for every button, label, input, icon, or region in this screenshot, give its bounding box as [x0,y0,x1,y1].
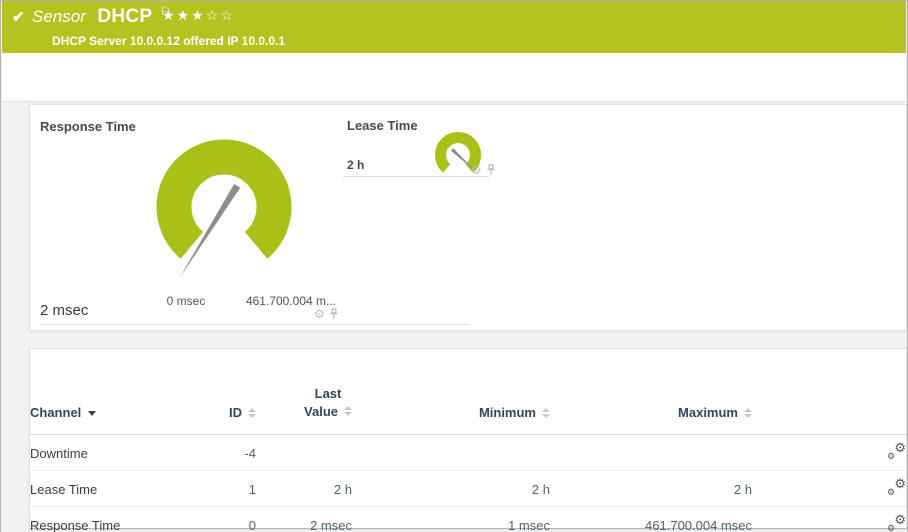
stars-empty[interactable]: ☆☆ [206,7,235,23]
divider [40,324,468,325]
channel-settings-gears-icon[interactable]: ⚙⚙ [887,444,906,459]
table-row: Response Time 0 2 msec 1 msec 461.700.00… [30,507,906,532]
channel-settings-gears-icon[interactable]: ⚙⚙ [887,516,906,531]
priority-stars[interactable]: ★★★☆☆ [162,7,235,24]
channel-settings-gears-icon[interactable]: ⚙⚙ [887,480,906,495]
channel-maximum: 461.700.004 msec [550,507,752,532]
sensor-name: DHCP [97,6,152,27]
gauge-settings-gear-icon[interactable]: ⚙ [471,164,482,176]
table-header-row: Channel ID Last Value Minimum Maximum [30,349,906,435]
table-row: Downtime -4 ⚙⚙ [30,435,906,471]
table-row: Lease Time 1 2 h 2 h 2 h ⚙⚙ [30,471,906,507]
gauge-max-label: 461.700.004 m... [226,294,356,308]
sort-icon [542,408,550,418]
channel-table-panel: Channel ID Last Value Minimum Maximum [29,348,907,529]
channel-name: Response Time [30,507,150,532]
column-header-minimum[interactable]: Minimum [352,349,550,435]
header-label: Channel [30,405,81,420]
header-label: Maximum [678,405,738,420]
sort-icon [744,408,752,418]
sensor-message: DHCP Server 10.0.0.12 offered IP 10.0.0.… [52,34,285,48]
header-label: Minimum [479,405,536,420]
sort-icon [344,406,352,416]
pin-icon[interactable] [329,308,339,320]
header-label: ID [229,405,242,420]
response-time-gauge [149,132,299,282]
gauge-settings-gear-icon[interactable]: ⚙ [314,308,325,320]
gauge-tools: ⚙ [314,308,339,320]
channel-id: -4 [150,435,256,471]
channel-last-value: 2 msec [256,507,352,532]
column-header-id[interactable]: ID [150,349,256,435]
lease-time-current-value: 2 h [347,158,364,172]
channel-minimum: 1 msec [352,507,550,532]
prtg-sensor-page: ✔ Sensor DHCP ⚐ ★★★☆☆ DHCP Server 10.0.0… [0,0,908,532]
tab-bar: Overview Live Data 2 days 30 days 365 da… [2,53,906,102]
gauge-tools: ⚙ [471,164,496,176]
header-label: Value [304,404,338,419]
lease-time-gauge-title: Lease Time [347,118,418,133]
column-header-channel[interactable]: Channel [30,349,150,435]
sensor-kind-label: Sensor [32,7,86,26]
column-header-actions [752,349,906,435]
sensor-header: ✔ Sensor DHCP ⚐ ★★★☆☆ DHCP Server 10.0.0… [2,1,906,53]
status-ok-check-icon: ✔ [12,8,25,26]
column-header-last-value[interactable]: Last Value [256,349,352,435]
gauges-panel: Response Time 0 msec 461.700.004 m... 2 … [29,104,907,331]
channel-maximum [550,435,752,471]
pin-icon[interactable] [486,164,496,176]
header-label: Last [315,386,342,401]
stars-filled[interactable]: ★★★ [162,7,206,23]
sensor-title: Sensor DHCP ⚐ [32,6,171,28]
channel-name: Lease Time [30,471,150,507]
column-header-maximum[interactable]: Maximum [550,349,752,435]
channel-last-value [256,435,352,471]
channel-id: 0 [150,507,256,532]
channel-last-value: 2 h [256,471,352,507]
gauge-min-label: 0 msec [158,294,214,308]
sort-desc-icon [88,411,96,416]
channel-id: 1 [150,471,256,507]
sort-icon [248,408,256,418]
divider [343,176,489,177]
channel-maximum: 2 h [550,471,752,507]
channel-minimum: 2 h [352,471,550,507]
response-time-current-value: 2 msec [40,302,88,319]
channel-name: Downtime [30,435,150,471]
response-time-gauge-title: Response Time [40,119,136,134]
channel-table: Channel ID Last Value Minimum Maximum [30,349,906,532]
channel-minimum [352,435,550,471]
